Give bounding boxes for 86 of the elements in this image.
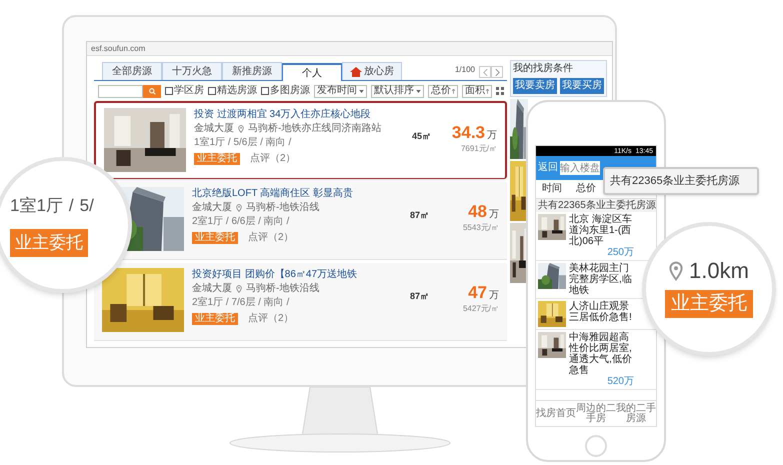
reviews-link[interactable]: 点评（2） [248, 232, 294, 244]
page-counter: 1/100 [454, 64, 475, 76]
next-page-icon[interactable] [491, 66, 503, 78]
saved-search-link[interactable]: 我的找房条件 [513, 63, 604, 75]
sort-button[interactable]: 面积 [462, 84, 492, 98]
listing-price: 48 [468, 203, 487, 220]
filter-dropdown[interactable]: 总价 [576, 184, 596, 194]
price-unit: 万 [489, 289, 499, 303]
listing-price: 250万 [607, 247, 634, 258]
reviews-link[interactable]: 点评（2） [250, 153, 296, 165]
sort-dropdown[interactable]: 默认排序 [371, 84, 424, 98]
location-pin-icon [236, 285, 242, 293]
search-field[interactable]: 输入楼盘 [560, 161, 600, 175]
checkbox-label: 精选房源 [217, 86, 257, 96]
location-pin-icon [236, 204, 242, 212]
floor-area: 45㎡ [412, 130, 442, 173]
filter-dropdown[interactable]: 时间 [542, 184, 562, 194]
sort-dropdown[interactable]: 发布时间 [314, 84, 367, 98]
location-pin-icon [669, 261, 684, 281]
listing-title[interactable]: 人济山庄观景三居低价急售! [569, 301, 634, 323]
tab[interactable]: 十万火急 [162, 62, 222, 80]
unit-price: 5427元/㎡ [462, 303, 499, 315]
reviews-link[interactable]: 点评（2） [248, 313, 294, 325]
floor-area: 87㎡ [410, 290, 440, 335]
search-icon [148, 88, 156, 94]
callout-tooltip: 共有22365条业主委托房源 [603, 167, 759, 195]
floor-text: 5/ [80, 195, 94, 218]
owner-tag: 业主委托 [665, 290, 753, 318]
owner-tag: 业主委托 [194, 153, 240, 165]
nav-tab[interactable]: 我的二手房源 [616, 401, 656, 426]
room-details: 2室1厅 / 6/6层 / 南向 / [192, 216, 290, 228]
location-text: 马驹桥-地铁亦庄线同济南路站 [248, 123, 382, 135]
listing-title[interactable]: 北京 海淀区车道沟东里1-(西北)06平 [569, 214, 634, 247]
listing-price: 47 [468, 284, 487, 301]
building-name: 金城大厦 [192, 202, 232, 214]
listing-price: 520万 [607, 376, 634, 387]
house-icon [350, 66, 362, 76]
price-unit: 万 [489, 208, 499, 222]
arrow-up-icon [486, 88, 489, 94]
arrow-up-icon [452, 88, 455, 94]
nav-tab[interactable]: 周边的二手房 [576, 401, 616, 426]
floor-area: 87㎡ [410, 209, 440, 254]
listing-price: 34.3 [452, 124, 485, 141]
caret-icon [359, 90, 364, 92]
room-details: 2室1厅 / 7/6层 / 南向 / [192, 297, 290, 309]
nav-tab[interactable]: 找房首页 [536, 401, 576, 426]
search-field[interactable] [98, 84, 143, 98]
caret-icon [416, 90, 421, 92]
tab[interactable]: 放心房 [342, 62, 402, 80]
checkbox-label: 学区房 [174, 86, 204, 96]
listing-card[interactable]: 投资 过渡两相宜 34万入住亦庄核心地段 金城大厦 马驹桥-地铁亦庄线同济南路站 1室1厅 / 5/6层 / 南向 / 业主委托 点评（2） 45㎡ 34.3 万 7691元/㎡ [94, 101, 507, 179]
sort-button[interactable]: 总价 [428, 84, 458, 98]
listing-card[interactable]: 投资好项目 团购价【86㎡47万送地铁 金城大厦 马驹桥-地铁沿线 2室1厅 / 7/6层 / 南向 / 业主委托 点评（2） 87㎡ 47 万 5427元/㎡ [94, 263, 507, 341]
listing-title[interactable]: 北京绝版LOFT 高端商住区 彰显高贵 [192, 187, 402, 200]
action-button[interactable]: 我要卖房 [513, 78, 557, 94]
listing-title[interactable]: 美林花园主门完整房学区,临地铁 [569, 263, 634, 296]
owner-tag: 业主委托 [192, 232, 238, 244]
listing-title[interactable]: 中海雅园超高性价比两居室,通透大气,低价急售 [569, 332, 634, 376]
tab[interactable]: 新推房源 [222, 62, 282, 80]
result-summary: 共有22365条业主委托房源 [536, 199, 656, 212]
grid-view-icon[interactable] [496, 87, 504, 95]
checkbox[interactable] [165, 87, 173, 95]
tab[interactable]: 个人 [282, 63, 342, 81]
previous-page-icon[interactable] [479, 66, 491, 78]
room-layout: 1室1厅 [10, 195, 63, 218]
checkbox-label: 多图房源 [270, 86, 310, 96]
checkbox[interactable] [208, 87, 216, 95]
room-details: 1室1厅 / 5/6层 / 南向 / [194, 137, 292, 149]
listing-title[interactable]: 投资 过渡两相宜 34万入住亦庄核心地段 [194, 108, 404, 121]
building-name: 金城大厦 [194, 123, 234, 135]
distance-text: 1.0km [689, 260, 749, 282]
separator: / [68, 195, 74, 218]
action-button[interactable]: 我要买房 [560, 78, 604, 94]
location-pin-icon [238, 125, 244, 133]
building-name: 金城大厦 [192, 283, 232, 295]
tab[interactable]: 全部房源 [102, 62, 162, 80]
address-bar[interactable]: esf.soufun.com [91, 44, 146, 52]
location-text: 马驹桥-地铁沿线 [246, 202, 320, 214]
unit-price: 5543元/㎡ [462, 222, 499, 234]
owner-tag: 业主委托 [10, 228, 88, 257]
owner-tag: 业主委托 [192, 313, 238, 325]
listing-title[interactable]: 投资好项目 团购价【86㎡47万送地铁 [192, 268, 402, 281]
price-unit: 万 [487, 129, 497, 143]
unit-price: 7691元/㎡ [460, 143, 497, 155]
checkbox[interactable] [261, 87, 269, 95]
location-text: 马驹桥-地铁沿线 [246, 283, 320, 295]
